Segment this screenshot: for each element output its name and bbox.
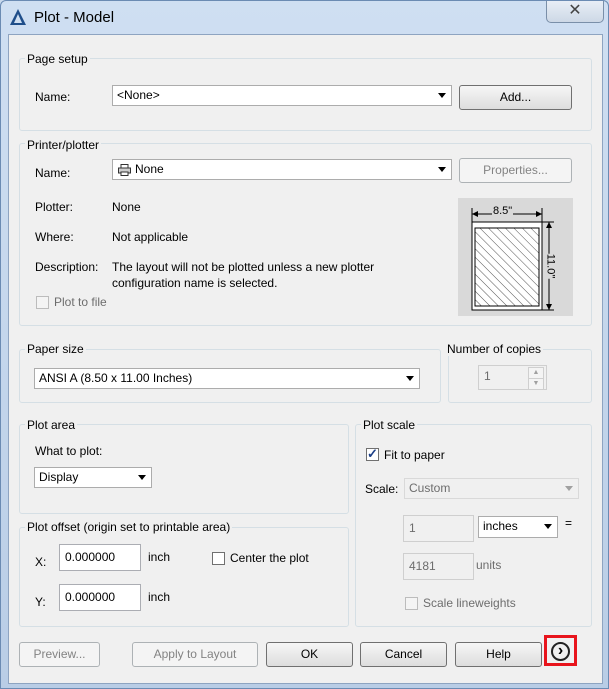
center-plot-checkbox[interactable] — [212, 552, 225, 565]
description-line-1: The layout will not be plotted unless a … — [112, 260, 375, 274]
cancel-button[interactable]: Cancel — [360, 642, 447, 667]
printer-name-label: Name: — [35, 166, 71, 180]
window-title: Plot - Model — [34, 9, 115, 26]
printer-icon — [118, 164, 131, 176]
page-setup-title: Page setup — [25, 52, 90, 66]
offset-x-value: 0.000000 — [65, 550, 116, 564]
scale-equals: = — [565, 516, 573, 530]
ok-button[interactable]: OK — [266, 642, 353, 667]
printer-name-select[interactable]: None — [112, 159, 452, 180]
dialog-body: Page setup Name: <None> Add... Printer/p… — [8, 34, 603, 684]
plot-to-file-label: Plot to file — [54, 295, 107, 309]
page-setup-name-select[interactable]: <None> — [112, 85, 452, 106]
scale-value: Custom — [409, 481, 451, 495]
more-options-highlight: › — [544, 635, 577, 666]
paper-preview: 8.5" 11.0" — [458, 198, 573, 316]
plot-offset-title: Plot offset (origin set to printable are… — [25, 520, 233, 534]
copies-title: Number of copies — [445, 342, 544, 356]
chevron-down-icon — [565, 486, 573, 491]
description-label: Description: — [35, 260, 99, 274]
scale-paper-units-input[interactable]: 1 — [403, 515, 474, 542]
plotter-label: Plotter: — [35, 200, 74, 214]
scale-unit-select[interactable]: inches — [478, 516, 558, 538]
scale-unit-1: inches — [483, 519, 518, 533]
description-line-2: configuration name is selected. — [112, 276, 278, 290]
scale-drawing-units-input[interactable]: 4181 — [403, 553, 474, 580]
plotter-value: None — [112, 200, 141, 214]
where-value: Not applicable — [112, 230, 189, 244]
printer-name-value: None — [135, 162, 164, 176]
help-button[interactable]: Help — [455, 642, 542, 667]
plot-area-title: Plot area — [25, 418, 78, 432]
checkmark-icon: ✓ — [367, 446, 378, 461]
chevron-right-icon: › — [557, 642, 564, 659]
add-button[interactable]: Add... — [459, 85, 572, 110]
fit-to-paper-label: Fit to paper — [384, 448, 445, 462]
scale-label: Scale: — [365, 482, 399, 496]
scale-select[interactable]: Custom — [404, 478, 579, 499]
offset-y-label: Y: — [35, 595, 46, 609]
scale-value-1: 1 — [409, 521, 416, 535]
center-plot-label: Center the plot — [230, 551, 309, 565]
what-to-plot-label: What to plot: — [35, 444, 103, 458]
offset-x-label: X: — [35, 555, 47, 569]
properties-button[interactable]: Properties... — [459, 158, 572, 183]
offset-y-value: 0.000000 — [65, 590, 116, 604]
scale-lineweights-checkbox[interactable] — [405, 597, 418, 610]
preview-width-label: 8.5" — [492, 205, 514, 217]
plot-dialog-window: Plot - Model ✕ Page setup Name: <None> A… — [0, 0, 609, 689]
preview-height-label: 11.0" — [544, 253, 557, 279]
offset-y-unit: inch — [148, 590, 171, 604]
scale-unit-2: units — [476, 558, 502, 572]
offset-x-input[interactable]: 0.000000 — [59, 544, 141, 571]
fit-to-paper-checkbox[interactable]: ✓ — [366, 446, 379, 461]
what-to-plot-select[interactable]: Display — [34, 467, 152, 488]
spinner-down-icon[interactable]: ▼ — [528, 378, 544, 390]
paper-size-value: ANSI A (8.50 x 11.00 Inches) — [39, 371, 193, 385]
where-label: Where: — [35, 230, 74, 244]
chevron-down-icon — [438, 167, 446, 172]
more-options-button[interactable]: › — [551, 642, 570, 661]
page-setup-name-label: Name: — [35, 90, 71, 104]
copies-value: 1 — [484, 369, 491, 383]
scale-lineweights-label: Scale lineweights — [423, 596, 516, 610]
plot-scale-title: Plot scale — [361, 418, 418, 432]
chevron-down-icon — [138, 475, 146, 480]
paper-size-select[interactable]: ANSI A (8.50 x 11.00 Inches) — [34, 368, 420, 389]
offset-y-input[interactable]: 0.000000 — [59, 584, 141, 611]
plot-offset-group — [19, 527, 349, 627]
close-button[interactable]: ✕ — [546, 1, 604, 23]
chevron-down-icon — [438, 93, 446, 98]
offset-x-unit: inch — [148, 550, 171, 564]
what-to-plot-value: Display — [39, 470, 79, 484]
chevron-down-icon — [406, 376, 414, 381]
preview-button[interactable]: Preview... — [19, 642, 100, 667]
copies-spinner[interactable]: 1 ▲ ▼ — [478, 365, 547, 390]
chevron-down-icon — [544, 524, 552, 529]
apply-to-layout-button[interactable]: Apply to Layout — [132, 642, 258, 667]
page-setup-name-value: <None> — [117, 88, 160, 102]
plot-to-file-checkbox[interactable] — [36, 296, 49, 309]
printer-plotter-title: Printer/plotter — [25, 138, 102, 152]
scale-value-2: 4181 — [409, 559, 436, 573]
paper-size-title: Paper size — [25, 342, 86, 356]
autocad-app-icon — [10, 9, 26, 25]
